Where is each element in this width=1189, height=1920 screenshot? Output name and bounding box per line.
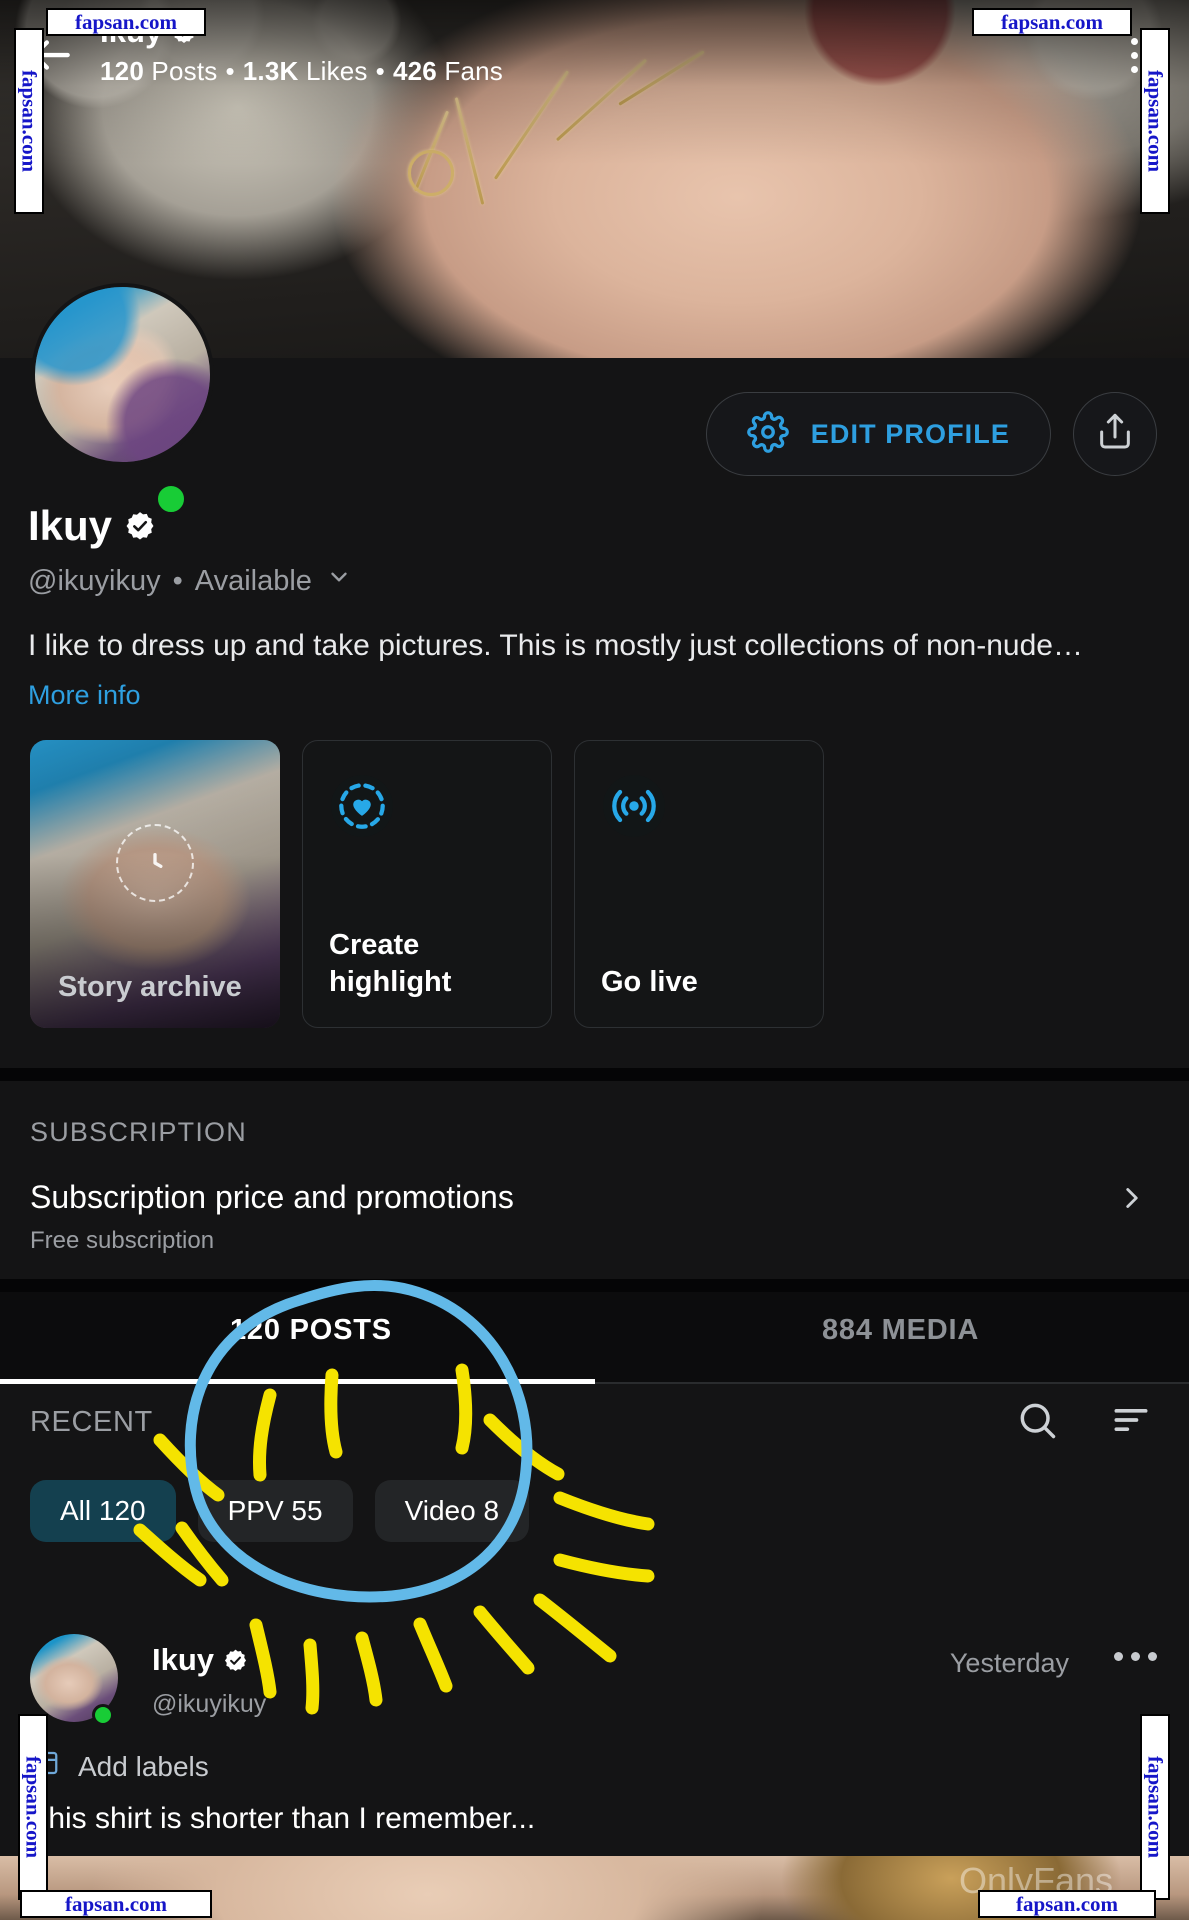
post-text: This shirt is shorter than I remember... (30, 1802, 536, 1835)
watermark-bottom-left: fapsan.com (20, 1890, 212, 1918)
subscription-row-subtitle: Free subscription (30, 1227, 215, 1254)
profile-section: EDIT PROFILE Ikuy @ikuyikuy • Available … (0, 283, 1189, 1076)
stat-separator-1: • (225, 56, 235, 86)
create-highlight-line1: Create (329, 928, 420, 961)
stat-separator-2: • (375, 56, 385, 86)
edit-profile-button[interactable]: EDIT PROFILE (705, 392, 1051, 476)
stat-likes-value: 1.3K (242, 56, 299, 86)
broadcast-icon (603, 775, 665, 837)
chip-video[interactable]: Video 8 (374, 1480, 530, 1542)
feed-tool-icons (1015, 1398, 1153, 1447)
content-tabs: 120 POSTS 884 MEDIA (0, 1292, 1189, 1384)
watermark-bottom-right-vertical-text: fapsan.com (1143, 1755, 1168, 1859)
add-labels-button[interactable]: Add labels (30, 1748, 209, 1785)
post-author-name: Ikuy (152, 1642, 248, 1678)
stat-fans-value: 426 (392, 56, 437, 86)
verified-badge-icon (223, 1648, 248, 1673)
profile-handle[interactable]: @ikuyikuy (28, 565, 161, 598)
post-author-online-dot (92, 1704, 114, 1726)
watermark-top-left: fapsan.com (46, 8, 206, 36)
section-divider-1 (0, 1068, 1189, 1081)
edit-profile-label: EDIT PROFILE (810, 418, 1010, 449)
chevron-right-icon[interactable] (1115, 1181, 1149, 1220)
handle-separator: • (172, 564, 183, 597)
watermark-left-vertical-text: fapsan.com (17, 69, 42, 173)
profile-avatar[interactable] (31, 283, 214, 466)
watermark-right-vertical: fapsan.com (1140, 28, 1170, 214)
watermark-top-right-text: fapsan.com (1000, 9, 1104, 34)
availability-status[interactable]: Available (195, 565, 312, 598)
chip-all[interactable]: All 120 (30, 1480, 176, 1542)
story-archive-card[interactable]: Story archive (30, 740, 280, 1028)
watermark-bottom-left-vertical-text: fapsan.com (21, 1755, 46, 1859)
post-author-name-text: Ikuy (152, 1642, 215, 1677)
feed-toolbar: RECENT All 120 PPV 55 Video 8 (0, 1384, 1189, 1634)
online-status-dot (155, 483, 187, 515)
watermark-bottom-left-text: fapsan.com (64, 1891, 168, 1916)
tab-media[interactable]: 884 MEDIA (822, 1314, 979, 1347)
stat-likes-label: Likes (305, 56, 368, 86)
more-horizontal-icon[interactable] (1114, 1652, 1157, 1661)
post-author-handle: @ikuyikuy (152, 1690, 267, 1718)
watermark-top-right: fapsan.com (972, 8, 1132, 36)
display-name-text: Ikuy (28, 502, 113, 549)
recent-label: RECENT (30, 1406, 153, 1438)
profile-handle-row: @ikuyikuy • Available (28, 564, 352, 598)
chevron-down-icon[interactable] (326, 564, 352, 598)
profile-bio: I like to dress up and take pictures. Th… (28, 629, 1083, 662)
profile-page: Ikuy 120 Posts•1.3K Likes•426 Fans (0, 0, 1189, 1920)
heart-circle-icon (331, 775, 393, 837)
section-divider-2 (0, 1279, 1189, 1292)
create-highlight-label: Create highlight (329, 927, 451, 1001)
search-icon[interactable] (1015, 1398, 1059, 1447)
chip-ppv[interactable]: PPV 55 (197, 1480, 353, 1542)
watermark-left-vertical: fapsan.com (14, 28, 44, 214)
quick-action-cards: Story archive Create highlight Go live (30, 740, 824, 1028)
more-info-link[interactable]: More info (28, 680, 141, 711)
watermark-bottom-left-vertical: fapsan.com (18, 1714, 48, 1900)
page-title: Ikuy (28, 502, 352, 550)
top-bar-stats: 120 Posts • 1.3K Likes • 426 Fans (100, 56, 503, 87)
stat-posts-value: 120 (100, 56, 144, 86)
share-icon (1095, 412, 1135, 457)
watermark-right-vertical-text: fapsan.com (1143, 69, 1168, 173)
watermark-bottom-right-text: fapsan.com (1015, 1891, 1119, 1916)
watermark-bottom-right: fapsan.com (978, 1890, 1156, 1918)
verified-badge-icon (124, 510, 156, 542)
profile-actions: EDIT PROFILE (705, 392, 1157, 476)
subscription-row-title[interactable]: Subscription price and promotions (30, 1179, 514, 1216)
go-live-label: Go live (601, 965, 698, 998)
story-clock-icon (116, 824, 194, 902)
post-timestamp: Yesterday (949, 1648, 1069, 1678)
subscription-section-title: SUBSCRIPTION (30, 1117, 247, 1147)
profile-identity: Ikuy @ikuyikuy • Available (28, 502, 352, 598)
filter-chips: All 120 PPV 55 Video 8 (30, 1480, 530, 1542)
story-archive-label: Story archive (58, 970, 242, 1003)
watermark-bottom-right-vertical: fapsan.com (1140, 1714, 1170, 1900)
watermark-top-left-text: fapsan.com (74, 9, 178, 34)
tab-posts[interactable]: 120 POSTS (230, 1314, 392, 1347)
stat-posts-label: Posts (151, 56, 218, 86)
share-button[interactable] (1073, 392, 1157, 476)
add-labels-text: Add labels (78, 1750, 209, 1782)
gear-icon (746, 410, 789, 458)
stat-fans-label: Fans (444, 56, 503, 86)
go-live-card[interactable]: Go live (574, 740, 824, 1028)
subscription-section: SUBSCRIPTION Subscription price and prom… (0, 1081, 1189, 1279)
sort-icon[interactable] (1109, 1398, 1153, 1447)
create-highlight-line2: highlight (329, 965, 452, 998)
create-highlight-card[interactable]: Create highlight (302, 740, 552, 1028)
